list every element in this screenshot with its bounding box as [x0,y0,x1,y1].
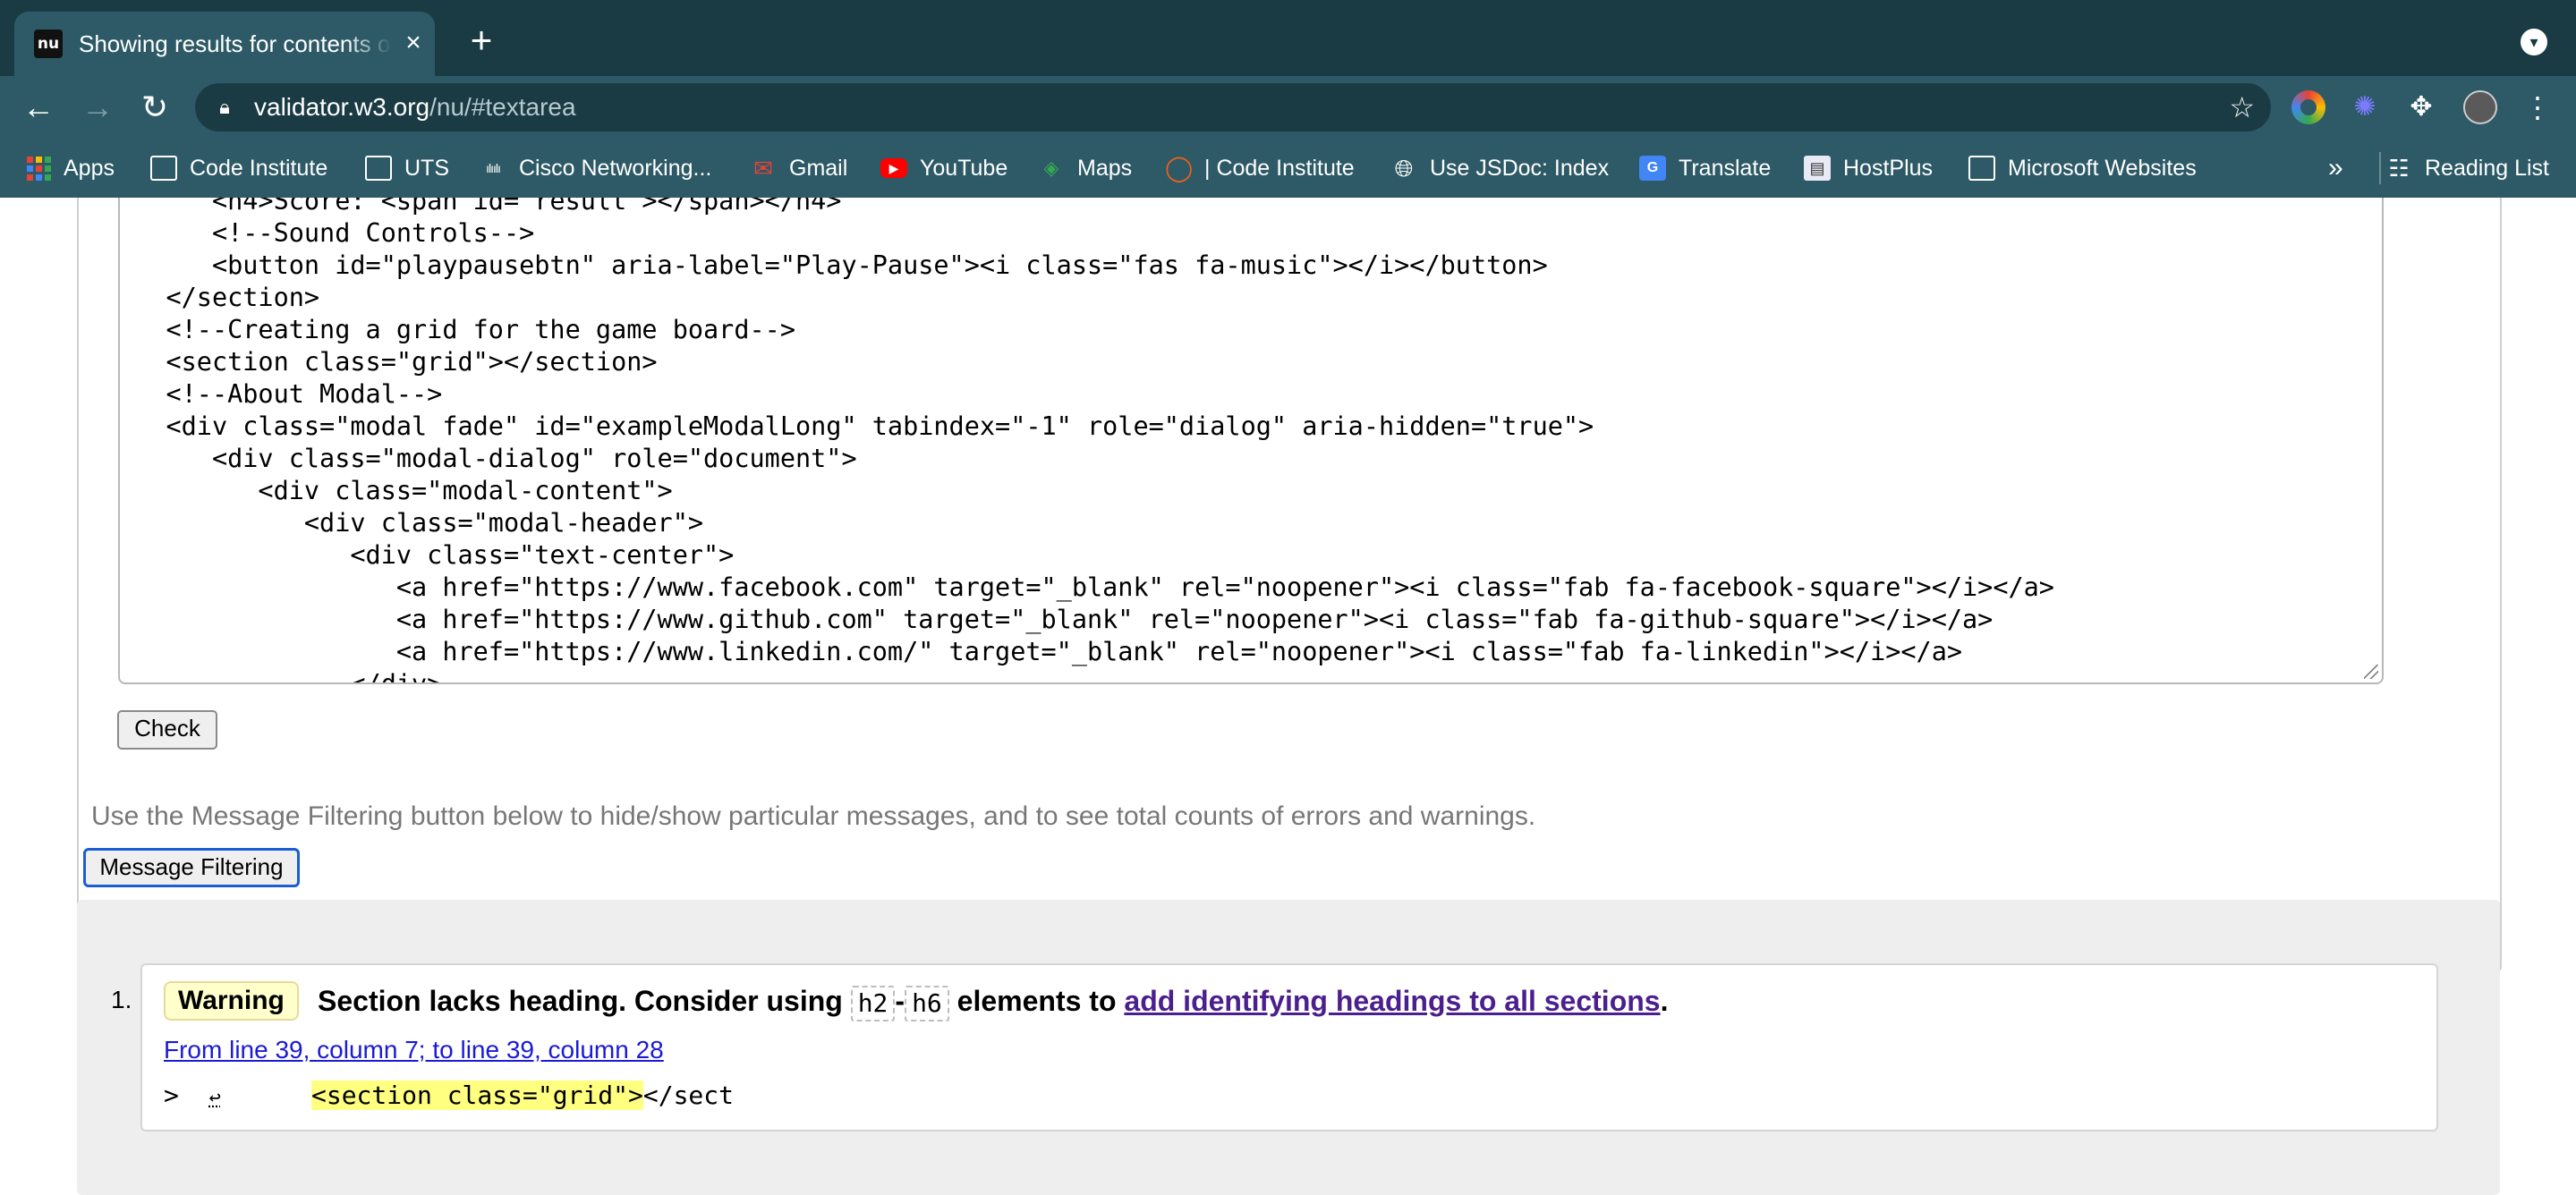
warning-badge: Warning [164,981,299,1021]
tab-close-icon[interactable]: × [399,28,428,58]
filtering-info-text: Use the Message Filtering button below t… [91,801,1536,831]
document-icon: ▤ [1804,156,1831,181]
bookmark-code-institute-folder[interactable]: Code Institute [150,151,327,185]
code-extract: > ↩ <section class="grid"></sect [164,1080,734,1114]
youtube-icon: ▶ [880,158,907,178]
bookmark-hostplus[interactable]: ▤ HostPlus [1804,151,1933,185]
bookmarks-overflow-button[interactable]: » [2328,151,2343,185]
message-text: Section lacks heading. Consider using h2… [318,983,1668,1021]
bookmark-label: Microsoft Websites [2008,155,2197,181]
bookmark-label: Maps [1077,155,1133,181]
new-tab-icon[interactable]: + [463,21,499,59]
folder-icon [1968,156,1995,181]
extract-prefix: > [164,1081,209,1110]
message-number: 1. [111,986,132,1013]
bookmark-cisco[interactable]: ılıılı Cisco Networking... [480,151,711,185]
more-menu-icon[interactable]: ⋮ [2521,90,2555,124]
folder-icon [365,156,392,181]
color-extension-icon[interactable] [2291,90,2325,124]
cisco-icon: ılıılı [486,161,501,175]
headings-help-link[interactable]: add identifying headings to all sections [1124,985,1660,1017]
code-dash: - [895,985,905,1017]
bookmark-label: Cisco Networking... [519,155,712,181]
globe-icon: 🌐︎ [1394,155,1414,182]
bookmarks-bar: Apps Code Institute UTS ılıılı Cisco Net… [0,139,2576,198]
bookmark-apps[interactable]: Apps [27,151,115,185]
browser-tab[interactable]: nu Showing results for contents of text-… [14,12,435,76]
tab-strip: nu Showing results for contents of text-… [0,0,2576,76]
bookmark-code-institute-link[interactable]: ◯ | Code Institute [1165,151,1355,185]
bookmark-label: Use JSDoc: Index [1430,155,1610,181]
url-host: validator.w3.org [254,93,430,121]
message-text-end: . [1660,985,1669,1017]
bookmark-label: Code Institute [190,155,328,181]
reload-icon[interactable]: ↻ [134,87,175,128]
tab-title: Showing results for contents of text-inp… [79,30,392,57]
extract-gap [221,1081,311,1110]
bookmark-label: YouTube [920,155,1008,181]
bookmark-gmail[interactable]: ✉ Gmail [750,151,847,185]
bookmark-microsoft-folder[interactable]: Microsoft Websites [1968,151,2197,185]
bookmark-label: Gmail [789,155,848,181]
maps-icon: ◈ [1043,157,1059,179]
check-button[interactable]: Check [117,710,217,750]
code-institute-icon: ◯ [1165,154,1194,182]
extract-highlight: <section class="grid"> [310,1081,643,1110]
bookmark-star-icon[interactable]: ☆ [2229,92,2255,123]
bookmark-label: HostPlus [1843,155,1934,181]
translate-icon: G [1639,156,1666,181]
bookmark-label: | Code Institute [1204,155,1355,181]
folder-icon [150,156,177,181]
source-textarea[interactable]: <h4>Score: <span id="result"></span></h4… [118,198,2384,684]
reading-list-icon: ☷ [2388,155,2410,182]
extract-after: </sect [642,1081,735,1110]
extensions-puzzle-icon[interactable]: ✥ [2404,90,2438,124]
bookmark-label: Translate [1679,155,1772,181]
line-feed-icon: ↩ [208,1087,221,1109]
resize-handle-icon[interactable] [2364,665,2378,679]
url-text[interactable]: validator.w3.org/nu/#textarea [254,92,576,123]
bookmark-jsdoc[interactable]: 🌐︎ Use JSDoc: Index [1390,151,1610,185]
apps-grid-icon [27,156,51,181]
message-text-before: Section lacks heading. Consider using [318,985,843,1017]
tab-favicon-icon: nu [34,30,63,58]
bookmark-maps[interactable]: ◈ Maps [1038,151,1133,185]
bookmark-translate[interactable]: G Translate [1639,151,1771,185]
back-arrow-icon[interactable]: ← [18,87,59,128]
code-h6: h6 [905,985,949,1021]
source-code[interactable]: <h4>Score: <span id="result"></span></h4… [120,198,2054,682]
profile-avatar[interactable] [2463,90,2497,124]
forward-arrow-icon[interactable]: → [77,87,118,128]
message-text-mid: elements to [956,985,1117,1017]
gmail-icon: ✉ [753,155,773,182]
reading-list-label: Reading List [2425,155,2549,181]
browser-toolbar: ← → ↻ 🔒︎ validator.w3.org/nu/#textarea ☆… [0,76,2576,139]
bookmark-label: Apps [64,155,115,181]
bookmark-label: UTS [404,155,449,181]
bookmarks-separator [2379,152,2381,184]
tab-search-chevron-icon[interactable]: ▾ [2521,29,2547,55]
message-location-link[interactable]: From line 39, column 7; to line 39, colu… [164,1035,664,1065]
address-bar[interactable]: 🔒︎ validator.w3.org/nu/#textarea ☆ [195,83,2271,131]
message-filtering-button[interactable]: Message Filtering [83,848,300,887]
bookmark-youtube[interactable]: ▶ YouTube [880,151,1007,185]
validator-page: <h4>Score: <span id="result"></span></h4… [0,198,2576,1195]
url-path: /nu/#textarea [429,93,576,121]
lock-icon[interactable]: 🔒︎ [213,96,236,119]
message-item: Warning Section lacks heading. Consider … [140,963,2438,1131]
reading-list-button[interactable]: ☷ Reading List [2385,151,2549,185]
bookmark-uts-folder[interactable]: UTS [365,151,449,185]
code-h2: h2 [850,985,896,1021]
extension-burst-icon[interactable]: ✺ [2348,90,2382,124]
